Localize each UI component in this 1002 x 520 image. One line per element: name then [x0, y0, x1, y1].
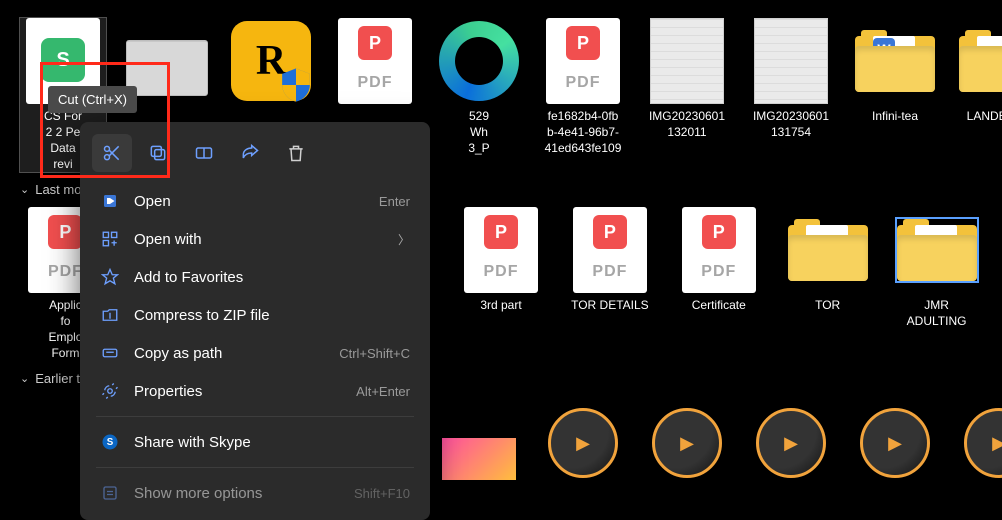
folder-tor[interactable]: TOR	[782, 207, 873, 361]
file-3rdpart[interactable]: PPDF 3rd part	[456, 207, 547, 361]
tooltip-cut: Cut (Ctrl+X)	[48, 86, 137, 113]
play-icon	[964, 408, 1002, 478]
file-media-3[interactable]	[748, 396, 834, 482]
file-fe1682[interactable]: PPDF fe1682b4-0fbb-4e41-96b7-41ed643fe10…	[540, 18, 626, 172]
menu-open-with[interactable]: Open with 〉	[86, 220, 424, 258]
share-icon	[240, 143, 260, 163]
menu-label: Properties	[134, 383, 342, 400]
star-icon	[100, 267, 120, 287]
folder-jmr[interactable]: JMRADULTING	[891, 207, 982, 361]
delete-button[interactable]	[276, 134, 316, 172]
trash-icon	[286, 143, 306, 163]
context-menu: Open Enter Open with 〉 Add to Favorites …	[80, 122, 430, 520]
menu-accelerator: Enter	[379, 194, 410, 209]
file-tordetails[interactable]: PPDF TOR DETAILS	[564, 207, 655, 361]
menu-add-favorites[interactable]: Add to Favorites	[86, 258, 424, 296]
file-label: IMG20230601131754	[753, 108, 829, 140]
group-label: Last mo	[35, 182, 81, 197]
more-icon	[100, 483, 120, 503]
file-label: TOR DETAILS	[571, 297, 649, 313]
highlight-box	[40, 62, 170, 178]
zip-icon	[100, 305, 120, 325]
file-label: JMRADULTING	[907, 297, 967, 329]
menu-label: Open with	[134, 231, 384, 248]
file-label: Infini-tea	[872, 108, 918, 124]
file-img-132011[interactable]: IMG20230601132011	[644, 18, 730, 172]
copy-path-icon	[100, 343, 120, 363]
menu-copy-path[interactable]: Copy as path Ctrl+Shift+C	[86, 334, 424, 372]
menu-label: Add to Favorites	[134, 269, 410, 286]
file-label: fe1682b4-0fbb-4e41-96b7-41ed643fe109	[545, 108, 622, 156]
share-button[interactable]	[230, 134, 270, 172]
file-media-2[interactable]	[644, 396, 730, 482]
file-label: TOR	[815, 297, 840, 313]
menu-compress-zip[interactable]: Compress to ZIP file	[86, 296, 424, 334]
play-icon	[756, 408, 826, 478]
file-label: Certificate	[692, 297, 746, 313]
menu-label: Copy as path	[134, 345, 325, 362]
file-media-1[interactable]	[540, 396, 626, 482]
file-label: 3rd part	[480, 297, 521, 313]
menu-show-more[interactable]: Show more options Shift+F10	[86, 474, 424, 512]
rockstar-icon: R	[231, 21, 311, 101]
properties-icon	[100, 381, 120, 401]
menu-separator	[96, 416, 414, 417]
file-media-5[interactable]	[956, 396, 1002, 482]
menu-label: Open	[134, 193, 365, 210]
open-with-icon	[100, 229, 120, 249]
open-icon	[100, 191, 120, 211]
menu-accelerator: Ctrl+Shift+C	[339, 346, 410, 361]
menu-accelerator: Alt+Enter	[356, 384, 410, 399]
menu-properties[interactable]: Properties Alt+Enter	[86, 372, 424, 410]
rename-icon	[194, 143, 214, 163]
file-img-131754[interactable]: IMG20230601131754	[748, 18, 834, 172]
file-gradient[interactable]	[436, 396, 522, 482]
menu-share-skype[interactable]: S Share with Skype	[86, 423, 424, 461]
folder-landbank[interactable]: LANDBANK	[956, 18, 1002, 172]
menu-separator	[96, 467, 414, 468]
menu-accelerator: Shift+F10	[354, 486, 410, 501]
folder-infinitea[interactable]: W Infini-tea	[852, 18, 938, 172]
file-media-4[interactable]	[852, 396, 938, 482]
chevron-down-icon: ⌄	[20, 372, 29, 385]
chevron-right-icon: 〉	[398, 231, 410, 248]
rename-button[interactable]	[184, 134, 224, 172]
file-label: ApplicfoEmploForm	[48, 297, 82, 361]
menu-label: Compress to ZIP file	[134, 307, 410, 324]
play-icon	[860, 408, 930, 478]
file-label: LANDBANK	[967, 108, 1002, 124]
menu-label: Share with Skype	[134, 434, 410, 451]
play-icon	[652, 408, 722, 478]
file-label: 529Wh3_P	[468, 108, 489, 156]
chevron-down-icon: ⌄	[20, 183, 29, 196]
group-label: Earlier t	[35, 371, 80, 386]
file-certificate[interactable]: PPDF Certificate	[673, 207, 764, 361]
file-label: IMG20230601132011	[649, 108, 725, 140]
skype-icon: S	[100, 432, 120, 452]
menu-open[interactable]: Open Enter	[86, 182, 424, 220]
edge-icon	[439, 21, 519, 101]
app-edge[interactable]: 529Wh3_P	[436, 18, 522, 172]
svg-text:S: S	[107, 437, 114, 448]
menu-label: Show more options	[134, 485, 340, 502]
play-icon	[548, 408, 618, 478]
